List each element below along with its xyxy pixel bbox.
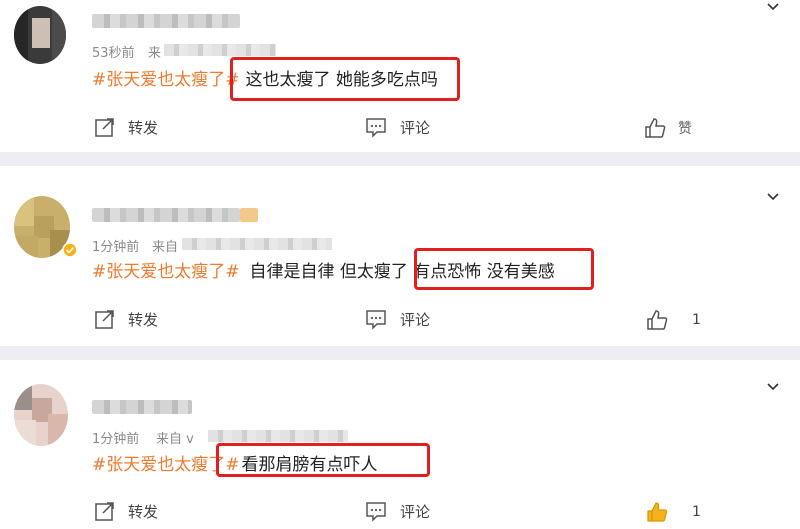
like-icon <box>647 310 668 330</box>
chevron-down-icon[interactable] <box>766 0 780 14</box>
avatar[interactable] <box>14 6 66 64</box>
source-label: 来 <box>148 46 162 61</box>
repost-label: 转发 <box>128 502 159 521</box>
like-count: 1 <box>692 504 701 520</box>
username-redacted <box>92 400 192 414</box>
post-time: 1分钟前 <box>92 240 140 255</box>
like-button[interactable]: 赞 <box>644 117 692 139</box>
repost-button[interactable]: 转发 <box>94 500 158 522</box>
like-icon <box>647 502 668 522</box>
chevron-down-icon[interactable] <box>766 380 780 394</box>
post-time: 53秒前 <box>92 46 135 61</box>
like-count: 1 <box>692 312 701 328</box>
comment-card: 53秒前 来 #张天爱也太瘦了# 这也太瘦了 她能多吃点吗 转发 评论 赞 <box>0 0 800 152</box>
comment-icon <box>366 118 386 138</box>
highlight-box <box>230 57 460 101</box>
avatar[interactable] <box>14 384 68 446</box>
comment-card: 1分钟前 来自 v #张天爱也太瘦了# 看那肩膀有点吓人 转发 评论 1 <box>0 360 800 529</box>
source-redacted <box>164 44 276 56</box>
comment-label: 评论 <box>400 502 431 521</box>
source-redacted <box>182 238 332 250</box>
comment-icon <box>366 310 386 330</box>
hashtag-link[interactable]: #张天爱也太瘦了# <box>92 70 240 90</box>
username-redacted <box>92 208 240 222</box>
repost-button[interactable]: 转发 <box>94 308 158 330</box>
hashtag-link[interactable]: #张天爱也太瘦了# <box>92 262 240 282</box>
like-icon <box>645 118 666 138</box>
repost-icon <box>95 310 114 329</box>
comment-card: 1分钟前 来自 #张天爱也太瘦了# 自律是自律 但太瘦了 有点恐怖 没有美感 转发… <box>0 166 800 346</box>
source-redacted <box>208 430 348 442</box>
comment-icon <box>366 502 386 522</box>
highlight-box <box>414 248 594 290</box>
username-badge-redacted <box>240 208 258 222</box>
comment-button[interactable]: 评论 <box>364 308 430 330</box>
repost-label: 转发 <box>128 310 159 329</box>
post-time: 1分钟前 <box>92 432 140 447</box>
source-label: 来自 <box>152 240 179 255</box>
comment-button[interactable]: 评论 <box>364 116 430 138</box>
like-label: 赞 <box>678 121 692 137</box>
repost-icon <box>95 502 114 521</box>
like-button[interactable]: 1 <box>646 309 701 331</box>
repost-label: 转发 <box>128 118 159 137</box>
verified-badge-icon <box>62 242 78 258</box>
like-button[interactable]: 1 <box>646 501 701 523</box>
repost-icon <box>95 118 114 137</box>
highlight-box <box>216 443 430 477</box>
chevron-down-icon[interactable] <box>766 190 780 204</box>
username-redacted <box>92 14 240 28</box>
comment-label: 评论 <box>400 118 431 137</box>
comment-label: 评论 <box>400 310 431 329</box>
repost-button[interactable]: 转发 <box>94 116 158 138</box>
source-label: 来自 v <box>156 432 194 447</box>
comment-button[interactable]: 评论 <box>364 500 430 522</box>
